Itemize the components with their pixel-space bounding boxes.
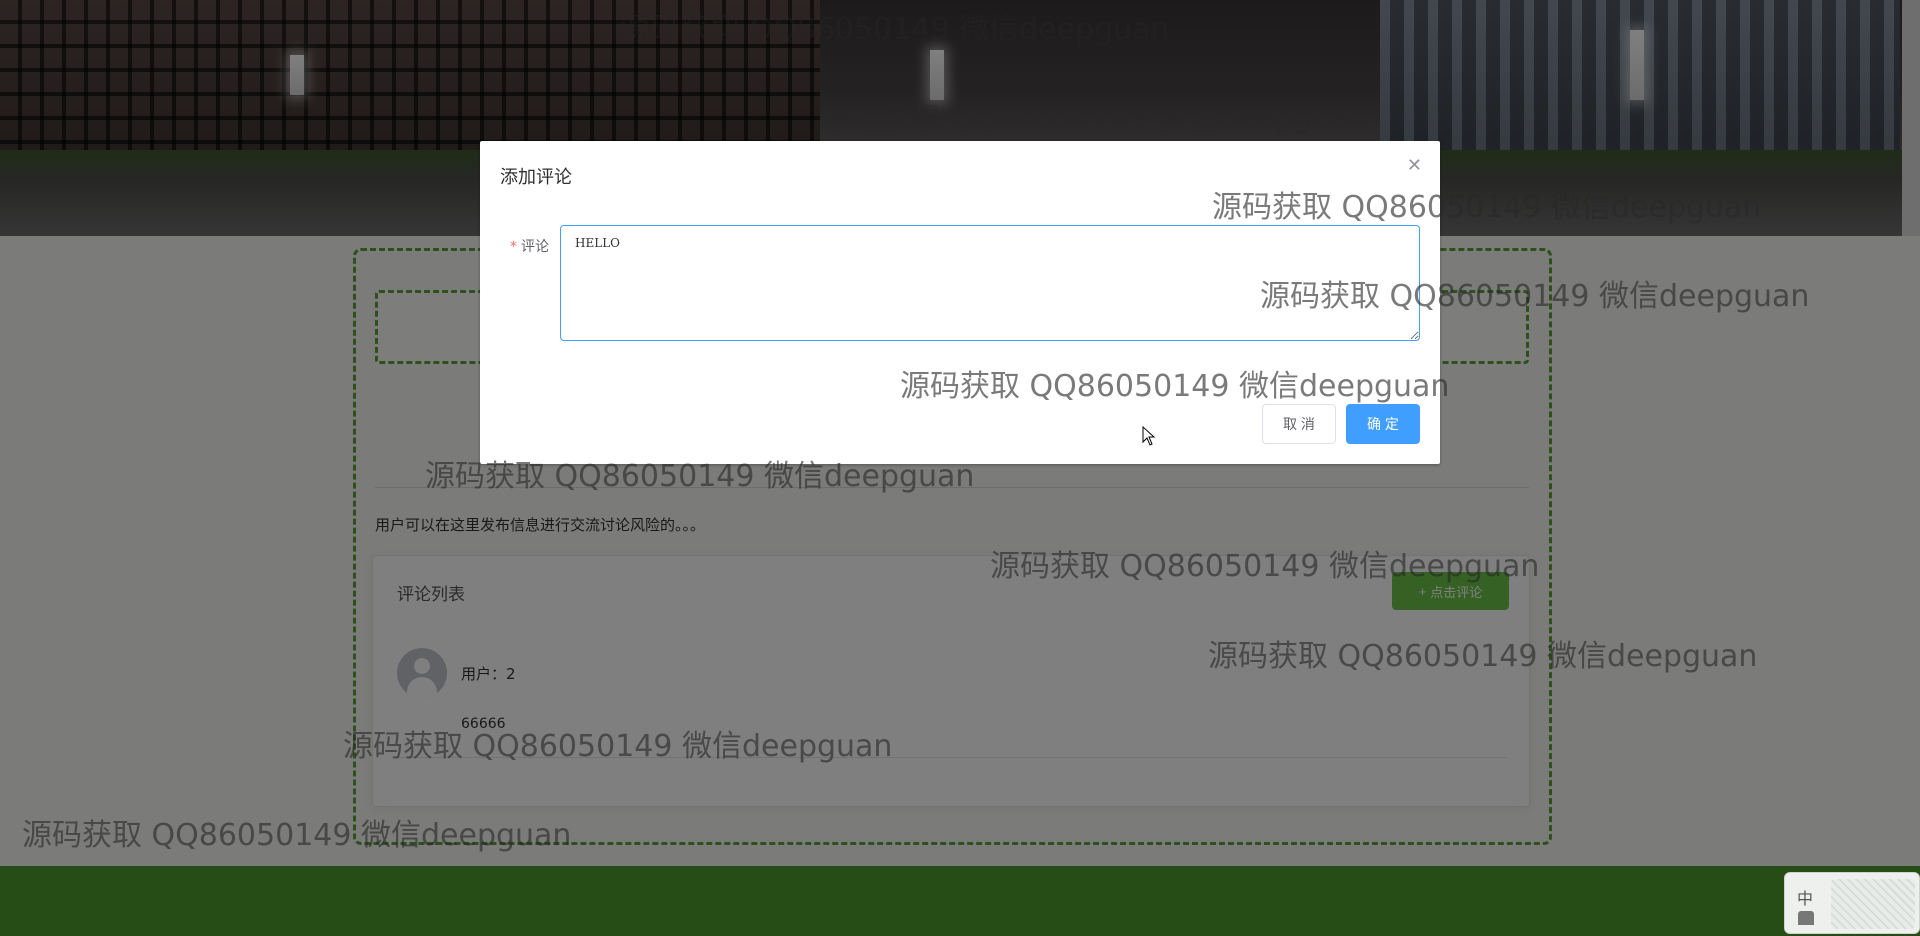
dialog-title: 添加评论 [500, 167, 572, 188]
confirm-button[interactable]: 确 定 [1346, 404, 1420, 444]
add-comment-dialog: 添加评论 ✕ * 评论 HELLO 取 消 确 定 [480, 141, 1440, 464]
required-mark: * [510, 239, 517, 255]
comment-field-label: * 评论 [510, 236, 549, 256]
cancel-button[interactable]: 取 消 [1262, 404, 1336, 444]
close-icon[interactable]: ✕ [1407, 155, 1422, 176]
ime-skin-art [1831, 879, 1915, 929]
skin-icon[interactable] [1798, 911, 1814, 925]
ime-language-indicator[interactable]: 中 [1797, 885, 1813, 909]
ime-toolbar[interactable]: 中 [1784, 872, 1920, 934]
comment-label-text: 评论 [521, 239, 549, 255]
comment-textarea[interactable]: HELLO [560, 225, 1420, 341]
